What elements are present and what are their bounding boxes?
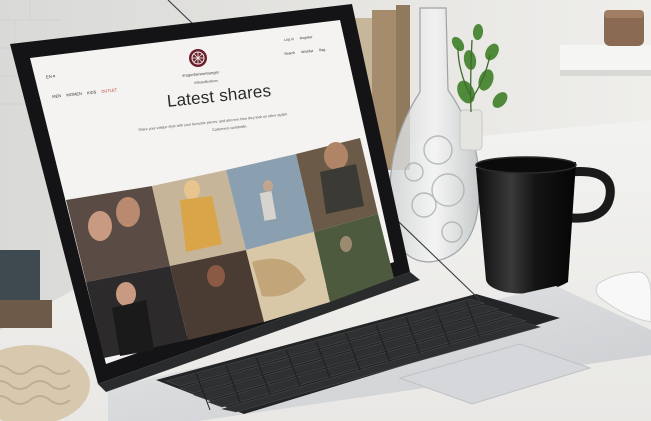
photo-scene: EN ▾ #rogerbenewmunger #ShareBrothers Lo… xyxy=(0,0,651,421)
language-selector[interactable]: EN ▾ xyxy=(46,74,56,80)
scene-illustration xyxy=(0,0,651,421)
nav-men[interactable]: MEN xyxy=(52,93,61,99)
language-label: EN xyxy=(45,73,53,80)
bag-link[interactable]: Bag xyxy=(319,48,326,53)
nav-kids[interactable]: KIDS xyxy=(87,89,97,95)
